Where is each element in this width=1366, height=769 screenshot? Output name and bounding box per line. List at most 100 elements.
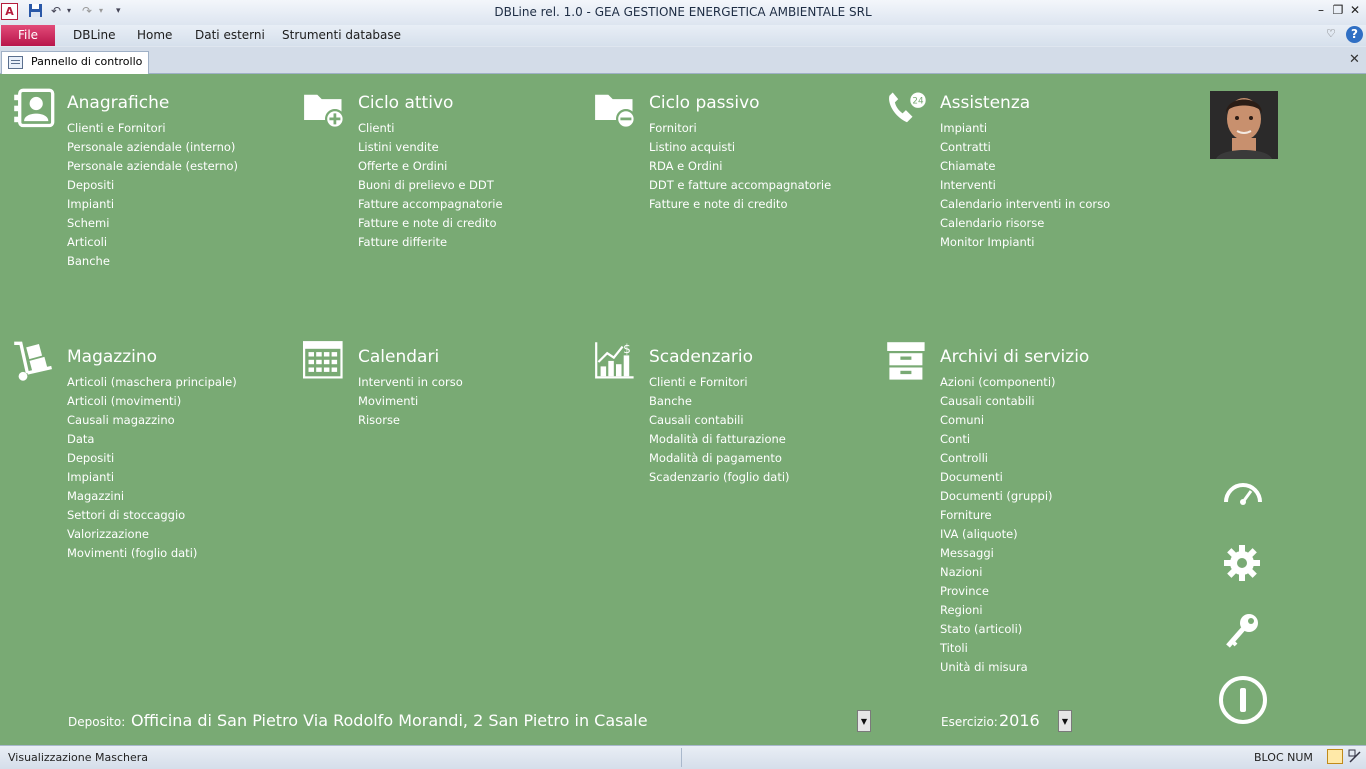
deposito-dropdown-button[interactable]: ▼ <box>857 710 871 732</box>
link-modalita-fatturazione[interactable]: Modalità di fatturazione <box>649 432 790 451</box>
tab-file[interactable]: File <box>1 25 55 46</box>
link-articoli-principale[interactable]: Articoli (maschera principale) <box>67 375 237 394</box>
tab-pannello-di-controllo[interactable]: Pannello di controllo <box>1 51 149 74</box>
access-app-icon[interactable]: A <box>1 3 18 20</box>
link-impianti[interactable]: Impianti <box>67 470 237 489</box>
link-personale-interno[interactable]: Personale aziendale (interno) <box>67 140 238 159</box>
link-clienti-fornitori[interactable]: Clienti e Fornitori <box>649 375 790 394</box>
power-exit-icon[interactable] <box>1217 674 1269 726</box>
link-calendario-interventi[interactable]: Calendario interventi in corso <box>940 197 1110 216</box>
esercizio-select[interactable]: 2016 <box>999 711 1040 730</box>
link-regioni[interactable]: Regioni <box>940 603 1056 622</box>
document-tab-bar: Pannello di controllo ✕ <box>0 47 1366 74</box>
link-buoni-prelievo-ddt[interactable]: Buoni di prelievo e DDT <box>358 178 503 197</box>
link-documenti[interactable]: Documenti <box>940 470 1056 489</box>
deposito-label: Deposito: <box>68 715 126 729</box>
link-unita-di-misura[interactable]: Unità di misura <box>940 660 1056 679</box>
link-rda-ordini[interactable]: RDA e Ordini <box>649 159 831 178</box>
link-scadenzario-foglio-dati[interactable]: Scadenzario (foglio dati) <box>649 470 790 489</box>
link-chiamate[interactable]: Chiamate <box>940 159 1110 178</box>
link-causali-contabili[interactable]: Causali contabili <box>649 413 790 432</box>
link-depositi[interactable]: Depositi <box>67 451 237 470</box>
link-forniture[interactable]: Forniture <box>940 508 1056 527</box>
link-fornitori[interactable]: Fornitori <box>649 121 831 140</box>
tab-strumenti-database[interactable]: Strumenti database <box>282 25 401 46</box>
esercizio-dropdown-button[interactable]: ▼ <box>1058 710 1072 732</box>
link-list: Fornitori Listino acquisti RDA e Ordini … <box>649 121 831 216</box>
close-window-button[interactable]: ✕ <box>1346 3 1364 17</box>
link-movimenti[interactable]: Movimenti <box>358 394 463 413</box>
link-movimenti-foglio-dati[interactable]: Movimenti (foglio dati) <box>67 546 237 565</box>
link-titoli[interactable]: Titoli <box>940 641 1056 660</box>
link-comuni[interactable]: Comuni <box>940 413 1056 432</box>
design-view-icon[interactable] <box>1348 749 1362 764</box>
link-banche[interactable]: Banche <box>67 254 238 273</box>
link-modalita-pagamento[interactable]: Modalità di pagamento <box>649 451 790 470</box>
link-articoli[interactable]: Articoli <box>67 235 238 254</box>
link-conti[interactable]: Conti <box>940 432 1056 451</box>
form-view-icon[interactable] <box>1327 749 1343 764</box>
link-causali-contabili[interactable]: Causali contabili <box>940 394 1056 413</box>
link-azioni-componenti[interactable]: Azioni (componenti) <box>940 375 1056 394</box>
link-ddt-fatture-accompagnatorie[interactable]: DDT e fatture accompagnatorie <box>649 178 831 197</box>
tab-dbline[interactable]: DBLine <box>73 25 115 46</box>
title-bar: A ↶ ▾ ↷ ▾ ▾ DBLine rel. 1.0 - GEA GESTIO… <box>0 0 1366 25</box>
link-fatture-accompagnatorie[interactable]: Fatture accompagnatorie <box>358 197 503 216</box>
link-fatture-note-credito[interactable]: Fatture e note di credito <box>358 216 503 235</box>
undo-icon[interactable]: ↶ <box>51 3 61 19</box>
section-title: Archivi di servizio <box>940 347 1090 367</box>
save-icon[interactable] <box>28 3 43 22</box>
link-fatture-differite[interactable]: Fatture differite <box>358 235 503 254</box>
link-fatture-note-credito[interactable]: Fatture e note di credito <box>649 197 831 216</box>
settings-gear-icon[interactable] <box>1222 543 1262 583</box>
tab-dati-esterni[interactable]: Dati esterni <box>195 25 265 46</box>
link-depositi[interactable]: Depositi <box>67 178 238 197</box>
restore-button[interactable]: ❐ <box>1329 3 1347 17</box>
link-interventi-in-corso[interactable]: Interventi in corso <box>358 375 463 394</box>
link-personale-esterno[interactable]: Personale aziendale (esterno) <box>67 159 238 178</box>
link-risorse[interactable]: Risorse <box>358 413 463 432</box>
customize-toolbar-icon[interactable]: ▾ <box>116 3 121 19</box>
ribbon-minimize-icon[interactable]: ♡ <box>1326 27 1336 40</box>
link-listino-acquisti[interactable]: Listino acquisti <box>649 140 831 159</box>
link-causali-magazzino[interactable]: Causali magazzino <box>67 413 237 432</box>
link-documenti-gruppi[interactable]: Documenti (gruppi) <box>940 489 1056 508</box>
link-contratti[interactable]: Contratti <box>940 140 1110 159</box>
link-list: Clienti Listini vendite Offerte e Ordini… <box>358 121 503 254</box>
minimize-button[interactable]: – <box>1312 3 1330 17</box>
link-interventi[interactable]: Interventi <box>940 178 1110 197</box>
close-document-icon[interactable]: ✕ <box>1349 52 1360 67</box>
form-icon <box>8 56 23 69</box>
user-avatar[interactable] <box>1210 91 1278 159</box>
link-impianti[interactable]: Impianti <box>67 197 238 216</box>
link-magazzini[interactable]: Magazzini <box>67 489 237 508</box>
link-data[interactable]: Data <box>67 432 237 451</box>
key-icon[interactable] <box>1224 611 1262 651</box>
link-iva-aliquote[interactable]: IVA (aliquote) <box>940 527 1056 546</box>
link-offerte-ordini[interactable]: Offerte e Ordini <box>358 159 503 178</box>
link-calendario-risorse[interactable]: Calendario risorse <box>940 216 1110 235</box>
undo-dropdown-icon[interactable]: ▾ <box>67 3 71 19</box>
dashboard-gauge-icon[interactable] <box>1222 478 1264 510</box>
link-articoli-movimenti[interactable]: Articoli (movimenti) <box>67 394 237 413</box>
help-icon[interactable]: ? <box>1346 26 1363 43</box>
link-settori-stoccaggio[interactable]: Settori di stoccaggio <box>67 508 237 527</box>
link-stato-articoli[interactable]: Stato (articoli) <box>940 622 1056 641</box>
link-monitor-impianti[interactable]: Monitor Impianti <box>940 235 1110 254</box>
link-messaggi[interactable]: Messaggi <box>940 546 1056 565</box>
link-clienti[interactable]: Clienti <box>358 121 503 140</box>
redo-icon[interactable]: ↷ <box>82 3 92 19</box>
link-impianti[interactable]: Impianti <box>940 121 1110 140</box>
deposito-select[interactable]: Officina di San Pietro Via Rodolfo Moran… <box>131 711 648 730</box>
link-nazioni[interactable]: Nazioni <box>940 565 1056 584</box>
link-clienti-fornitori[interactable]: Clienti e Fornitori <box>67 121 238 140</box>
link-schemi[interactable]: Schemi <box>67 216 238 235</box>
link-province[interactable]: Province <box>940 584 1056 603</box>
link-valorizzazione[interactable]: Valorizzazione <box>67 527 237 546</box>
section-ciclo-attivo: Ciclo attivo Clienti Listini vendite Off… <box>291 74 581 324</box>
link-listini-vendite[interactable]: Listini vendite <box>358 140 503 159</box>
link-banche[interactable]: Banche <box>649 394 790 413</box>
tab-home[interactable]: Home <box>137 25 172 46</box>
link-controlli[interactable]: Controlli <box>940 451 1056 470</box>
redo-dropdown-icon[interactable]: ▾ <box>99 3 103 19</box>
